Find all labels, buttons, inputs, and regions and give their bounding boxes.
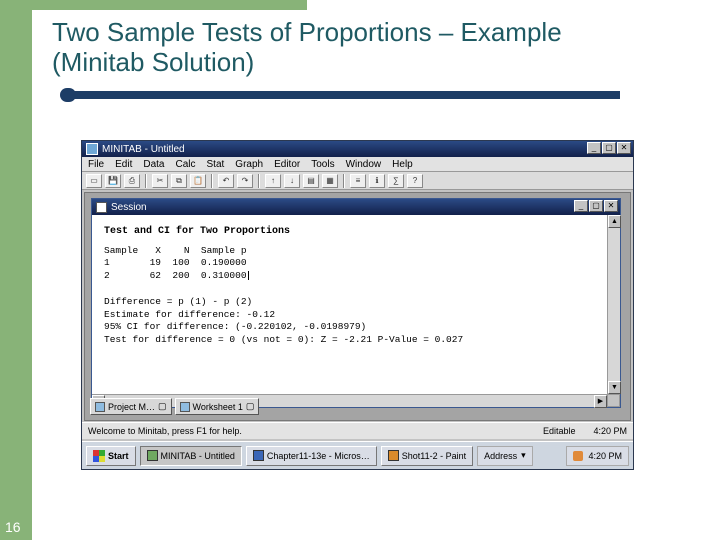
toolbar-sep2 xyxy=(211,174,213,188)
document-icon xyxy=(96,202,107,213)
taskbar-minitab-icon xyxy=(147,450,158,461)
scroll-down-icon[interactable]: ▼ xyxy=(608,381,621,394)
session-title-text: Session xyxy=(111,202,147,213)
minimized-project-manager[interactable]: Project M… ▢ xyxy=(90,398,172,415)
status-bar: Welcome to Minitab, press F1 for help. E… xyxy=(82,422,633,439)
toolbar: ▭ 💾 ⎙ ✂ ⧉ 📋 ↶ ↷ ↑ ↓ ▤ ▦ ≡ ℹ ∑ ? xyxy=(82,172,633,190)
output-table-header: Sample X N Sample p xyxy=(104,245,595,258)
slide-side-stripe xyxy=(0,0,32,540)
start-button[interactable]: Start xyxy=(86,446,136,466)
taskbar-word[interactable]: Chapter11-13e - Micros… xyxy=(246,446,377,466)
session-window: Session _ ▢ ✕ Test and CI for Two Propor… xyxy=(91,198,621,408)
tb-info-icon[interactable]: ℹ xyxy=(369,174,385,188)
menu-file[interactable]: File xyxy=(88,159,104,170)
menu-window[interactable]: Window xyxy=(346,159,382,170)
menu-bar: File Edit Data Calc Stat Graph Editor To… xyxy=(82,157,633,172)
toolbar-sep xyxy=(145,174,147,188)
title-underline xyxy=(60,88,620,102)
taskbar-word-label: Chapter11-13e - Micros… xyxy=(267,451,370,461)
tb-session-icon[interactable]: ▤ xyxy=(303,174,319,188)
mdi-client-area: Session _ ▢ ✕ Test and CI for Two Propor… xyxy=(84,192,631,421)
tb-open-icon[interactable]: ▭ xyxy=(86,174,102,188)
session-vscrollbar[interactable]: ▲ ▼ xyxy=(607,215,620,394)
menu-calc[interactable]: Calc xyxy=(175,159,195,170)
minimized-worksheet[interactable]: Worksheet 1 ▢ xyxy=(175,398,260,415)
minimized-windows-row: Project M… ▢ Worksheet 1 ▢ xyxy=(90,398,259,415)
menu-editor[interactable]: Editor xyxy=(274,159,300,170)
menu-stat[interactable]: Stat xyxy=(207,159,225,170)
maximize-button[interactable]: ▢ xyxy=(602,142,616,154)
start-label: Start xyxy=(108,451,129,461)
slide-title: Two Sample Tests of Proportions – Exampl… xyxy=(52,18,652,78)
session-close-button[interactable]: ✕ xyxy=(604,200,618,212)
tb-paste-icon[interactable]: 📋 xyxy=(190,174,206,188)
taskbar-address-label: Address xyxy=(484,451,517,461)
tb-print-icon[interactable]: ⎙ xyxy=(124,174,140,188)
session-output[interactable]: Test and CI for Two Proportions Sample X… xyxy=(92,215,607,394)
minitab-window: MINITAB - Untitled _ ▢ ✕ File Edit Data … xyxy=(81,140,634,470)
tb-calc-icon[interactable]: ∑ xyxy=(388,174,404,188)
tb-arrow-down-icon[interactable]: ↓ xyxy=(284,174,300,188)
min-restore-icon[interactable]: ▢ xyxy=(158,401,167,412)
scroll-up-icon[interactable]: ▲ xyxy=(608,215,621,228)
tb-arrow-up-icon[interactable]: ↑ xyxy=(265,174,281,188)
status-mode: Editable xyxy=(543,426,576,436)
menu-edit[interactable]: Edit xyxy=(115,159,132,170)
page-number: 16 xyxy=(5,519,21,535)
windows-taskbar: Start MINITAB - Untitled Chapter11-13e -… xyxy=(82,441,633,469)
tray-clock: 4:20 PM xyxy=(588,451,622,461)
taskbar-paint-icon xyxy=(388,450,399,461)
output-estimate-line: Estimate for difference: -0.12 xyxy=(104,309,595,322)
status-help-text: Welcome to Minitab, press F1 for help. xyxy=(88,426,242,436)
taskbar-word-icon xyxy=(253,450,264,461)
tb-graph-icon[interactable]: ≡ xyxy=(350,174,366,188)
output-row-1: 1 19 100 0.190000 xyxy=(104,257,595,270)
output-row-2: 2 62 200 0.310000 xyxy=(104,270,595,283)
taskbar-paint[interactable]: Shot11-2 - Paint xyxy=(381,446,473,466)
session-titlebar[interactable]: Session _ ▢ ✕ xyxy=(92,199,620,215)
slide-top-stripe xyxy=(32,0,307,10)
taskbar-paint-label: Shot11-2 - Paint xyxy=(402,451,466,461)
output-diff-line: Difference = p (1) - p (2) xyxy=(104,296,595,309)
app-icon xyxy=(86,143,98,155)
scroll-corner xyxy=(607,394,620,407)
taskbar-address-toolbar[interactable]: Address ▾ xyxy=(477,446,533,466)
minimize-button[interactable]: _ xyxy=(587,142,601,154)
tb-save-icon[interactable]: 💾 xyxy=(105,174,121,188)
toolbar-sep3 xyxy=(258,174,260,188)
tray-icon[interactable] xyxy=(573,451,583,461)
app-title-text: MINITAB - Untitled xyxy=(102,144,185,155)
system-tray[interactable]: 4:20 PM xyxy=(566,446,629,466)
tb-redo-icon[interactable]: ↷ xyxy=(237,174,253,188)
min-restore-icon-2[interactable]: ▢ xyxy=(246,401,255,412)
windows-logo-icon xyxy=(93,450,105,462)
worksheet-icon xyxy=(180,402,190,412)
tb-help-icon[interactable]: ? xyxy=(407,174,423,188)
menu-data[interactable]: Data xyxy=(143,159,164,170)
address-dropdown-icon[interactable]: ▾ xyxy=(521,450,526,461)
menu-graph[interactable]: Graph xyxy=(235,159,263,170)
tb-copy-icon[interactable]: ⧉ xyxy=(171,174,187,188)
app-titlebar[interactable]: MINITAB - Untitled _ ▢ ✕ xyxy=(82,141,633,157)
taskbar-minitab-label: MINITAB - Untitled xyxy=(161,451,235,461)
text-cursor xyxy=(248,271,249,280)
output-test-line: Test for difference = 0 (vs not = 0): Z … xyxy=(104,334,595,347)
toolbar-sep4 xyxy=(343,174,345,188)
scroll-right-icon[interactable]: ▶ xyxy=(594,395,607,408)
session-minimize-button[interactable]: _ xyxy=(574,200,588,212)
minimized-project-label: Project M… xyxy=(108,402,155,412)
menu-help[interactable]: Help xyxy=(392,159,413,170)
menu-tools[interactable]: Tools xyxy=(311,159,334,170)
minimized-worksheet-label: Worksheet 1 xyxy=(193,402,243,412)
taskbar-minitab[interactable]: MINITAB - Untitled xyxy=(140,446,242,466)
output-ci-line: 95% CI for difference: (-0.220102, -0.01… xyxy=(104,321,595,334)
output-heading: Test and CI for Two Proportions xyxy=(104,225,595,239)
tb-worksheet-icon[interactable]: ▦ xyxy=(322,174,338,188)
status-time: 4:20 PM xyxy=(593,426,627,436)
tb-undo-icon[interactable]: ↶ xyxy=(218,174,234,188)
tb-cut-icon[interactable]: ✂ xyxy=(152,174,168,188)
close-button[interactable]: ✕ xyxy=(617,142,631,154)
project-manager-icon xyxy=(95,402,105,412)
session-maximize-button[interactable]: ▢ xyxy=(589,200,603,212)
